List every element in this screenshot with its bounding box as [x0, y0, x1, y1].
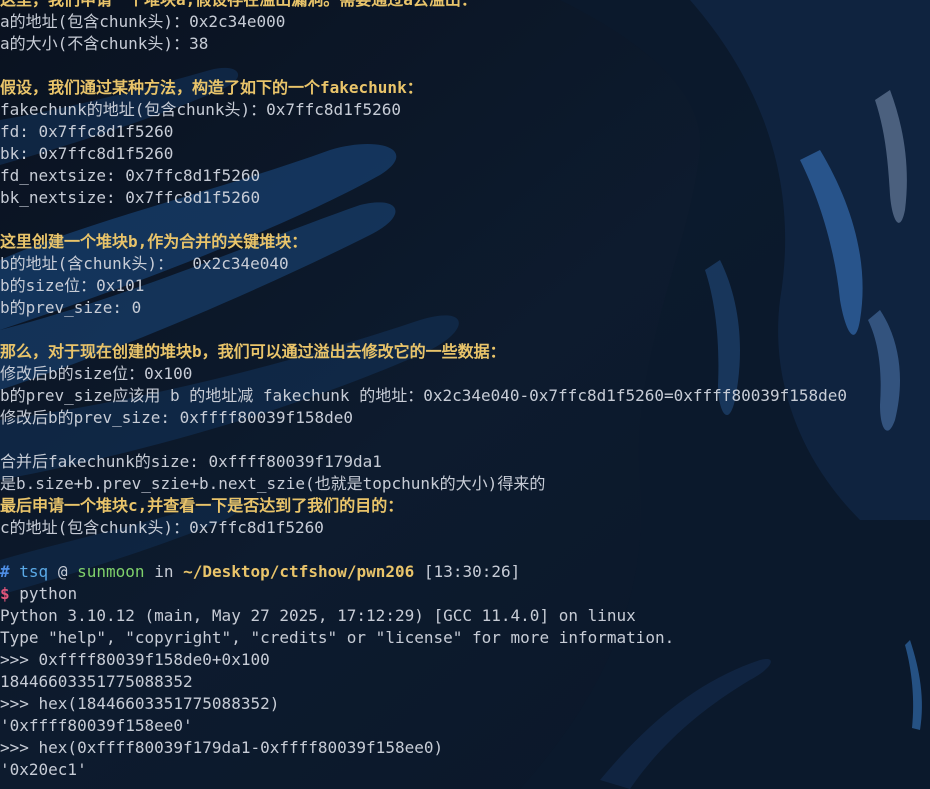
shell-prompt-line: # tsq @ sunmoon in ~/Desktop/ctfshow/pwn… [0, 561, 930, 583]
python-prompt: >>> [0, 738, 39, 757]
output-line: b的prev_size应该用 b 的地址减 fakechunk 的地址：0x2c… [0, 386, 848, 405]
output-line: c的地址(包含chunk头)：0x7ffc8d1f5260 [0, 518, 324, 537]
output-line: 合并后fakechunk的size: 0xffff80039f179da1 [0, 452, 382, 471]
python-output: 18446603351775088352 [0, 672, 193, 691]
python-input-line[interactable]: >>> hex(18446603351775088352) [0, 693, 930, 715]
output-line: 那么，对于现在创建的堆块b，我们可以通过溢出去修改它的一些数据： [0, 342, 506, 361]
python-input: hex(18446603351775088352) [38, 694, 280, 713]
output-line: b的size位：0x101 [0, 276, 145, 295]
prompt-path: ~/Desktop/ctfshow/pwn206 [183, 562, 415, 581]
output-line: 修改后b的prev_size: 0xffff80039f158de0 [0, 408, 353, 427]
python-input-line[interactable]: >>> 0xffff80039f158de0+0x100 [0, 649, 930, 671]
output-line: 最后申请一个堆块c,并查看一下是否达到了我们的目的： [0, 496, 404, 515]
prompt-hash: # [0, 562, 10, 581]
output-line: a的地址(包含chunk头)：0x2c34e000 [0, 12, 286, 31]
output-line: 这里创建一个堆块b,作为合并的关键堆块： [0, 232, 308, 251]
prompt-dollar: $ [0, 584, 10, 603]
output-line: 是b.size+b.prev_szie+b.next_szie(也就是topch… [0, 474, 546, 493]
output-line: a的大小(不含chunk头)：38 [0, 34, 209, 53]
output-line: b的prev_size: 0 [0, 298, 142, 317]
shell-command-line[interactable]: $ python [0, 583, 930, 605]
shell-command: python [19, 584, 78, 603]
prompt-time: [13:30:26] [423, 562, 521, 581]
python-prompt: >>> [0, 650, 39, 669]
output-line: 修改后b的size位：0x100 [0, 364, 193, 383]
output-line: bk_nextsize: 0x7ffc8d1f5260 [0, 188, 261, 207]
python-input: 0xffff80039f158de0+0x100 [38, 650, 270, 669]
terminal-window[interactable]: 这里，我们申请一个堆块a,假设存在溢出漏洞。需要通过a去溢出： a的地址(包含c… [0, 0, 930, 789]
python-prompt: >>> [0, 694, 39, 713]
python-output: '0x20ec1' [0, 760, 87, 779]
output-line: fd_nextsize: 0x7ffc8d1f5260 [0, 166, 261, 185]
output-line: fd: 0x7ffc8d1f5260 [0, 122, 174, 141]
prompt-at: @ [57, 562, 68, 581]
prompt-in: in [154, 562, 174, 581]
python-banner: Python 3.10.12 (main, May 27 2025, 17:12… [0, 606, 636, 625]
python-banner: Type "help", "copyright", "credits" or "… [0, 628, 675, 647]
prompt-host: sunmoon [77, 562, 145, 581]
output-line: b的地址(含chunk头)： 0x2c34e040 [0, 254, 289, 273]
output-line: 假设，我们通过某种方法，构造了如下的一个fakechunk： [0, 78, 423, 97]
python-output: '0xffff80039f158ee0' [0, 716, 193, 735]
python-input: hex(0xffff80039f179da1-0xffff80039f158ee… [38, 738, 444, 757]
output-line: fakechunk的地址(包含chunk头)：0x7ffc8d1f5260 [0, 100, 401, 119]
prompt-user: tsq [19, 562, 49, 581]
output-line: bk: 0x7ffc8d1f5260 [0, 144, 174, 163]
output-line: 这里，我们申请一个堆块a,假设存在溢出漏洞。需要通过a去溢出： [0, 0, 930, 11]
python-input-line[interactable]: >>> hex(0xffff80039f179da1-0xffff80039f1… [0, 737, 930, 759]
